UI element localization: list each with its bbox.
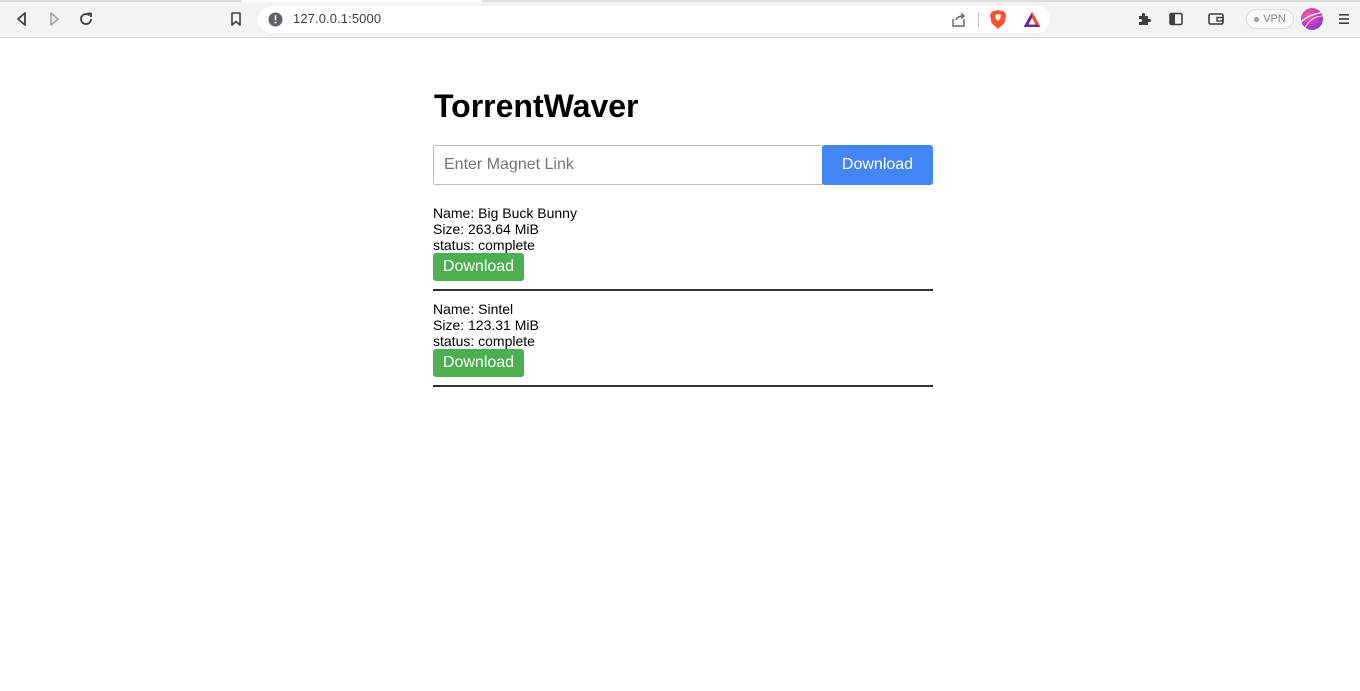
torrent-download-button[interactable]: Download: [433, 349, 524, 377]
back-icon[interactable]: [10, 7, 34, 31]
profile-avatar[interactable]: [1301, 8, 1323, 30]
tab-strip-line: [0, 0, 1360, 2]
magnet-link-input[interactable]: [433, 145, 823, 185]
torrent-size: Size: 123.31 MiB: [433, 317, 539, 333]
torrent-download-button[interactable]: Download: [433, 253, 524, 281]
torrent-item: Name: Sintel Size: 123.31 MiB status: co…: [433, 301, 933, 397]
wallet-icon[interactable]: [1204, 7, 1228, 31]
menu-icon[interactable]: [1332, 7, 1356, 31]
site-info-icon[interactable]: [268, 12, 283, 27]
address-bar-separator: [978, 12, 979, 28]
share-icon[interactable]: [950, 11, 968, 29]
torrent-status: status: complete: [433, 333, 535, 349]
extensions-icon[interactable]: [1132, 7, 1156, 31]
address-bar[interactable]: 127.0.0.1:5000: [258, 6, 1050, 33]
active-tab-indicator: [242, 0, 482, 2]
page-title: TorrentWaver: [434, 88, 639, 124]
torrent-size: Size: 263.64 MiB: [433, 221, 539, 237]
brave-rewards-icon[interactable]: [1022, 10, 1042, 30]
torrent-item: Name: Big Buck Bunny Size: 263.64 MiB st…: [433, 205, 933, 301]
forward-icon[interactable]: [42, 7, 66, 31]
bookmark-icon[interactable]: [224, 7, 248, 31]
browser-toolbar: 127.0.0.1:5000 VPN: [0, 0, 1360, 38]
vpn-status-dot: [1254, 16, 1260, 22]
vpn-label: VPN: [1263, 13, 1286, 25]
sidebar-icon[interactable]: [1164, 7, 1188, 31]
torrent-status: status: complete: [433, 237, 535, 253]
reload-icon[interactable]: [74, 7, 98, 31]
url-text[interactable]: 127.0.0.1:5000: [293, 11, 381, 26]
torrent-list: Name: Big Buck Bunny Size: 263.64 MiB st…: [433, 205, 933, 397]
brave-shields-icon[interactable]: [988, 9, 1008, 30]
torrent-name: Name: Big Buck Bunny: [433, 205, 577, 221]
divider: [433, 385, 933, 387]
submit-download-button[interactable]: Download: [822, 145, 933, 185]
torrent-name: Name: Sintel: [433, 301, 514, 317]
divider: [433, 289, 933, 291]
vpn-button[interactable]: VPN: [1246, 9, 1294, 29]
